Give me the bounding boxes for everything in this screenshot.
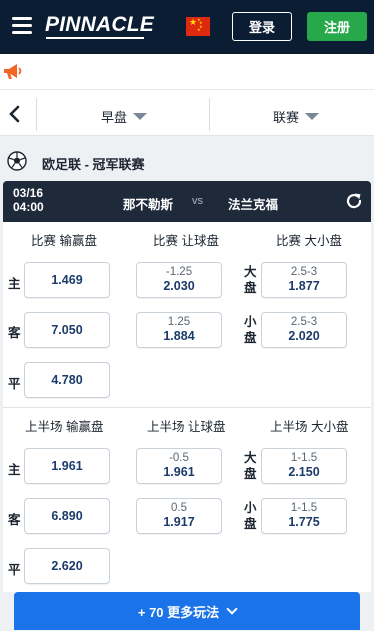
h1-under-button[interactable]: 1-1.5 1.775 [261, 498, 347, 534]
h1-away-odds-button[interactable]: 6.890 [24, 498, 110, 534]
odds-price: 2.030 [163, 279, 195, 293]
over-label: 大盘 [244, 451, 257, 481]
more-markets-label: + 70 更多玩法 [137, 604, 220, 620]
total-line: 2.5-3 [290, 266, 318, 278]
ft-over-button[interactable]: 2.5-3 1.877 [261, 262, 347, 298]
market-filter-label: 早盘 [101, 110, 128, 125]
odds-price: 4.780 [51, 372, 83, 387]
refresh-icon[interactable] [344, 191, 364, 211]
total-line: 1-1.5 [290, 452, 318, 464]
chevron-down-icon [226, 603, 238, 615]
league-filter-dropdown[interactable]: 联赛 [273, 107, 320, 126]
draw-label: 平 [8, 377, 21, 391]
soccer-ball-icon [7, 151, 27, 171]
ft-moneyline-header: 比赛 输赢盘 [31, 234, 97, 248]
odds-price: 1.961 [51, 458, 83, 473]
under-label: 小盘 [244, 501, 257, 531]
odds-price: 1.961 [163, 465, 195, 479]
odds-price: 1.884 [163, 329, 195, 343]
match-date: 03/16 [13, 186, 44, 200]
h1-away-handicap-button[interactable]: 0.5 1.917 [136, 498, 222, 534]
total-line: 2.5-3 [290, 316, 318, 328]
home-label: 主 [8, 463, 21, 477]
handicap-line: 1.25 [167, 316, 191, 328]
under-label: 小盘 [244, 315, 257, 345]
h1-total-header: 上半场 大小盘 [270, 420, 349, 434]
market-filter-dropdown[interactable]: 早盘 [101, 107, 148, 126]
odds-price: 2.150 [288, 465, 320, 479]
filter-divider [36, 98, 37, 131]
h1-home-odds-button[interactable]: 1.961 [24, 448, 110, 484]
away-label: 客 [8, 513, 21, 527]
ft-home-handicap-button[interactable]: -1.25 2.030 [136, 262, 222, 298]
odds-price: 2.620 [51, 558, 83, 573]
vs-label: vs [192, 195, 203, 207]
handicap-line: -0.5 [169, 452, 189, 464]
odds-price: 7.050 [51, 322, 83, 337]
total-line: 1-1.5 [290, 502, 318, 514]
over-label: 大盘 [244, 265, 257, 295]
ft-draw-odds-button[interactable]: 4.780 [24, 362, 110, 398]
league-title[interactable]: 欧足联 - 冠军联赛 [42, 154, 145, 173]
ft-away-odds-button[interactable]: 7.050 [24, 312, 110, 348]
dropdown-triangle-icon [133, 113, 148, 120]
handicap-line: -1.25 [165, 266, 193, 278]
odds-price: 6.890 [51, 508, 83, 523]
home-team: 那不勒斯 [123, 198, 174, 212]
dropdown-triangle-icon [305, 113, 320, 120]
login-button[interactable]: 登录 [232, 12, 292, 41]
ft-handicap-header: 比赛 让球盘 [153, 234, 219, 248]
h1-home-handicap-button[interactable]: -0.5 1.961 [136, 448, 222, 484]
odds-price: 1.775 [288, 515, 320, 529]
odds-price: 1.877 [288, 279, 320, 293]
more-markets-button[interactable]: + 70 更多玩法 [14, 592, 360, 630]
china-flag-icon[interactable]: ★ ★ ★ ★ ★ [186, 17, 210, 36]
home-label: 主 [8, 277, 21, 291]
draw-label: 平 [8, 563, 21, 577]
ft-home-odds-button[interactable]: 1.469 [24, 262, 110, 298]
away-team: 法兰克福 [228, 198, 279, 212]
away-label: 客 [8, 326, 21, 340]
h1-over-button[interactable]: 1-1.5 2.150 [261, 448, 347, 484]
handicap-line: 0.5 [171, 502, 187, 514]
hamburger-menu-icon[interactable] [12, 17, 32, 35]
match-header[interactable]: 03/16 04:00 那不勒斯 vs 法兰克福 [3, 181, 371, 222]
league-filter-label: 联赛 [273, 110, 300, 125]
match-time: 04:00 [13, 200, 44, 214]
ft-total-header: 比赛 大小盘 [276, 234, 342, 248]
announcement-bar [0, 54, 374, 90]
odds-price: 2.020 [288, 329, 320, 343]
match-datetime: 03/16 04:00 [13, 186, 44, 214]
megaphone-icon[interactable] [2, 63, 24, 81]
pinnacle-logo[interactable]: PINNACLE [45, 13, 154, 37]
odds-price: 1.917 [163, 515, 195, 529]
register-button[interactable]: 注册 [307, 12, 367, 41]
h1-handicap-header: 上半场 让球盘 [147, 420, 226, 434]
back-chevron-icon[interactable] [8, 104, 22, 124]
h1-draw-odds-button[interactable]: 2.620 [24, 548, 110, 584]
ft-away-handicap-button[interactable]: 1.25 1.884 [136, 312, 222, 348]
logo-underline [46, 37, 144, 39]
filter-divider [209, 98, 210, 131]
h1-moneyline-header: 上半场 输赢盘 [25, 420, 104, 434]
odds-price: 1.469 [51, 272, 83, 287]
ft-under-button[interactable]: 2.5-3 2.020 [261, 312, 347, 348]
